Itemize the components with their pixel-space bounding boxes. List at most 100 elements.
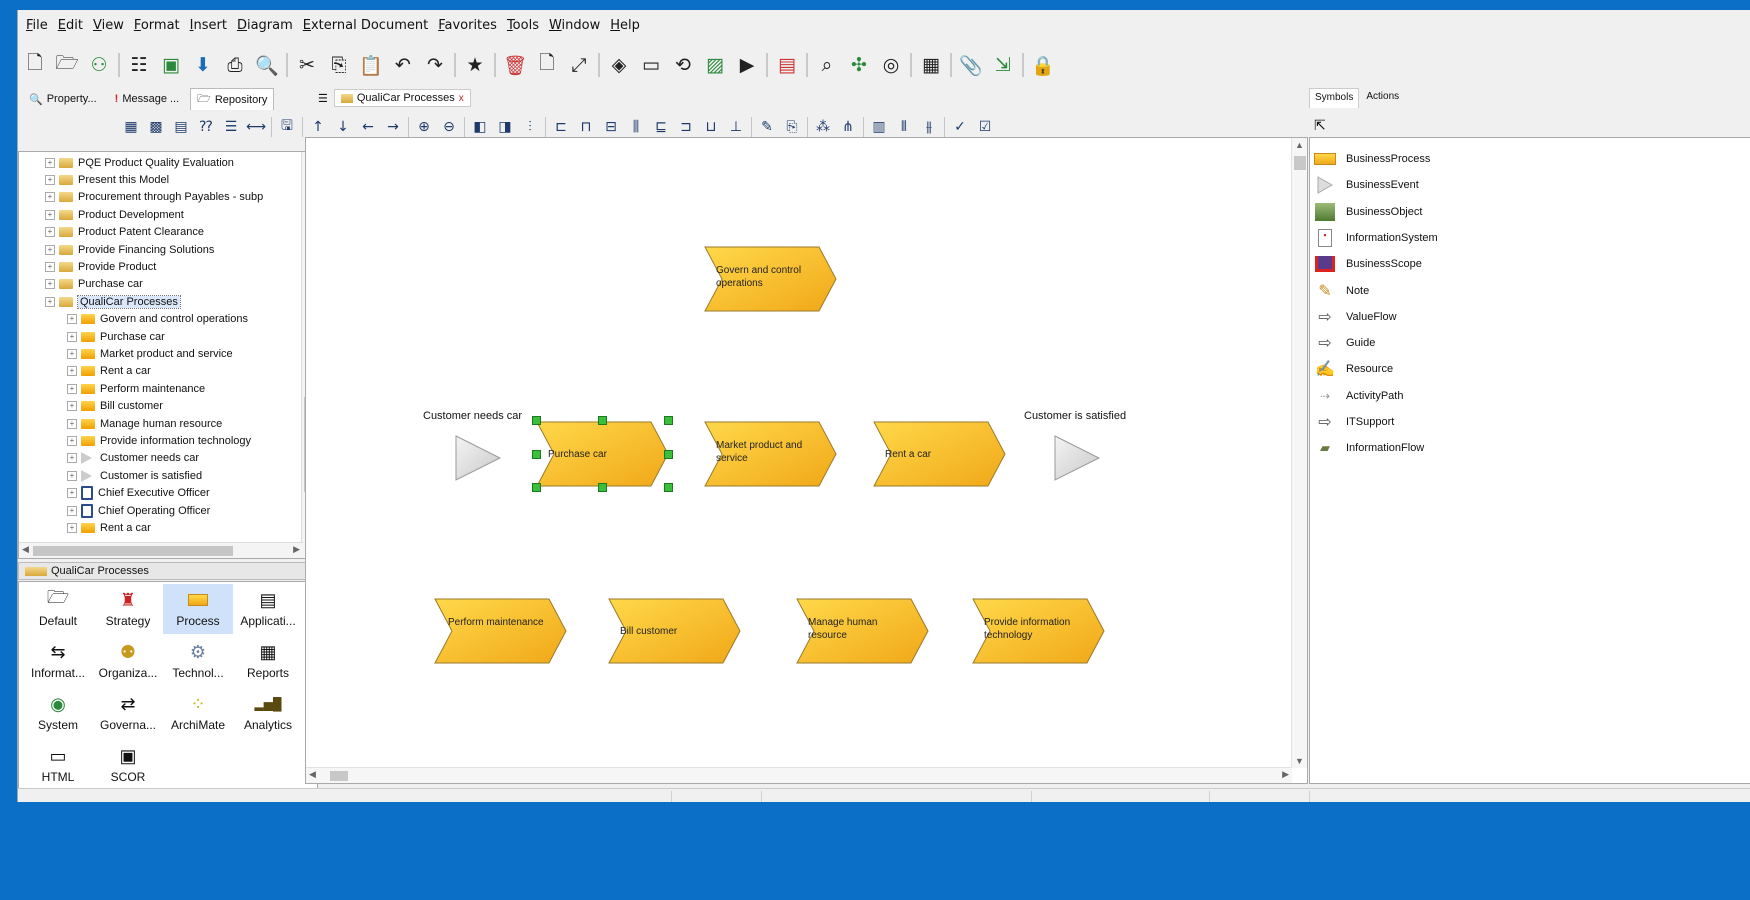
symbol-activitypath[interactable]: ⇢ ActivityPath: [1314, 385, 1404, 407]
new-icon[interactable]: 🗋: [22, 52, 48, 78]
tab-symbols[interactable]: Symbols: [1309, 88, 1360, 108]
resize-icon[interactable]: ⤢: [566, 52, 592, 78]
align-bottom-left-icon[interactable]: ⊑: [651, 117, 671, 137]
tree-item[interactable]: + Bill customer: [67, 398, 163, 415]
check-icon[interactable]: ✓: [950, 117, 970, 137]
align-top-icon[interactable]: ⊓: [576, 117, 596, 137]
model-tree-icon[interactable]: ⚇: [86, 52, 112, 78]
expand-icon[interactable]: +: [67, 435, 77, 446]
bring-front-icon[interactable]: ◧: [470, 117, 490, 137]
tree-item[interactable]: + Manage human resource: [67, 415, 222, 432]
business-process-shape[interactable]: Perform maintenance: [434, 598, 567, 664]
business-process-shape[interactable]: Rent a car: [873, 421, 1006, 487]
chart-icon[interactable]: ▥: [869, 117, 889, 137]
zoom-out-icon[interactable]: ⊖: [439, 117, 459, 137]
present-icon[interactable]: ▣: [158, 52, 184, 78]
menu-help[interactable]: Help: [610, 18, 650, 36]
column-split-icon[interactable]: ⫵: [919, 117, 939, 137]
auto-layout-icon[interactable]: ⋔: [838, 117, 858, 137]
tree-item[interactable]: + Perform maintenance: [67, 380, 205, 397]
lock-icon[interactable]: 🔒: [1030, 52, 1056, 78]
menu-view[interactable]: View: [93, 18, 134, 36]
menu-window[interactable]: Window: [549, 18, 610, 36]
save-icon[interactable]: 🖫: [277, 117, 297, 137]
symbol-businessevent[interactable]: BusinessEvent: [1314, 174, 1419, 196]
layout-icon[interactable]: ⁂: [813, 117, 833, 137]
tree-item[interactable]: + Customer is satisfied: [67, 467, 202, 484]
scroll-up-icon[interactable]: ▲: [1295, 140, 1304, 150]
expand-icon[interactable]: +: [67, 453, 77, 464]
business-process-shape[interactable]: Govern and control operations: [704, 246, 837, 312]
fill-color-icon[interactable]: ◈: [606, 52, 632, 78]
business-process-shape[interactable]: Market product and service: [704, 421, 837, 487]
expand-icon[interactable]: +: [45, 227, 55, 238]
table-add-icon[interactable]: ▤: [171, 117, 191, 137]
palette-item-informat[interactable]: ⇆ Informat...: [23, 636, 93, 686]
canvas-horizontal-scrollbar[interactable]: ◀ ▶: [306, 767, 1292, 783]
grid-icon[interactable]: ▦: [918, 52, 944, 78]
expand-icon[interactable]: +: [67, 366, 77, 377]
diagram-settings-icon[interactable]: ▤: [774, 52, 800, 78]
symbol-resource[interactable]: ✍ Resource: [1314, 358, 1393, 380]
print-icon[interactable]: ⎙: [222, 52, 248, 78]
resize-handle[interactable]: [598, 483, 607, 492]
scroll-right-icon[interactable]: ▶: [293, 544, 300, 555]
tree-item[interactable]: + PQE Product Quality Evaluation: [45, 154, 234, 171]
palette-item-organiza[interactable]: ⚉ Organiza...: [93, 636, 163, 686]
expand-icon[interactable]: +: [67, 505, 77, 516]
symbol-guide[interactable]: ⇨ Guide: [1314, 332, 1375, 354]
scroll-left-icon[interactable]: ◀: [22, 544, 29, 555]
symbol-businessprocess[interactable]: BusinessProcess: [1314, 148, 1430, 170]
tree-item[interactable]: + Purchase car: [67, 328, 165, 345]
attach-icon[interactable]: 📎: [958, 52, 984, 78]
zoom-in-icon[interactable]: ⊕: [414, 117, 434, 137]
pointer-tool-icon[interactable]: ⇱: [1314, 117, 1326, 134]
symbol-informationflow[interactable]: ▰ InformationFlow: [1314, 437, 1424, 459]
tab-actions[interactable]: Actions: [1361, 88, 1404, 108]
rotate-icon[interactable]: ⟲: [670, 52, 696, 78]
business-event-shape[interactable]: [454, 434, 504, 482]
align-left-icon[interactable]: ⊏: [551, 117, 571, 137]
tree-item[interactable]: + Provide information technology: [67, 432, 251, 449]
symbol-informationsystem[interactable]: ▪ InformationSystem: [1314, 227, 1438, 249]
expand-icon[interactable]: +: [45, 192, 55, 203]
editor-menu-icon[interactable]: ☰: [318, 92, 328, 105]
print-preview-icon[interactable]: 🔍: [254, 52, 280, 78]
menu-file[interactable]: File: [26, 18, 58, 36]
tree-item[interactable]: + Provide Financing Solutions: [45, 241, 214, 258]
scroll-down-icon[interactable]: ▼: [1295, 756, 1304, 766]
menu-favorites[interactable]: Favorites: [438, 18, 507, 36]
menu-external-document[interactable]: External Document: [303, 18, 438, 36]
menu-tools[interactable]: Tools: [507, 18, 549, 36]
business-process-shape[interactable]: Bill customer: [608, 598, 741, 664]
scroll-right-icon[interactable]: ▶: [1282, 769, 1289, 780]
download-icon[interactable]: ⬇: [190, 52, 216, 78]
align-bottom-icon[interactable]: ⊔: [701, 117, 721, 137]
menu-format[interactable]: Format: [134, 18, 190, 36]
rectangle-icon[interactable]: ▭: [638, 52, 664, 78]
symbol-note[interactable]: ✎ Note: [1314, 280, 1369, 302]
table-edit-icon[interactable]: ▩: [146, 117, 166, 137]
send-back-icon[interactable]: ◨: [495, 117, 515, 137]
cut-icon[interactable]: ✂: [294, 52, 320, 78]
tree-item[interactable]: + Rent a car: [67, 363, 151, 380]
align-center-icon[interactable]: ⫼: [626, 117, 646, 137]
palette-item-reports[interactable]: ▦ Reports: [233, 636, 303, 686]
tab-qualicar-processes[interactable]: QualiCar Processes x: [333, 89, 471, 107]
menu-insert[interactable]: Insert: [190, 18, 237, 36]
symbol-valueflow[interactable]: ⇨ ValueFlow: [1314, 306, 1396, 328]
resize-handle[interactable]: [532, 483, 541, 492]
scroll-left-icon[interactable]: ◀: [309, 769, 316, 780]
move-right-icon[interactable]: →: [383, 117, 403, 137]
move-left-icon[interactable]: ←: [358, 117, 378, 137]
tree-item[interactable]: + Present this Model: [45, 171, 169, 188]
tab-message[interactable]: ! Message ...: [108, 88, 187, 110]
align-middle-icon[interactable]: ⊟: [601, 117, 621, 137]
tree-horizontal-scrollbar[interactable]: ◀ ▶: [19, 542, 303, 558]
business-process-shape[interactable]: Provide information technology: [972, 598, 1105, 664]
palette-item-archimate[interactable]: ⁘ ArchiMate: [163, 688, 233, 738]
favorite-star-icon[interactable]: ★: [462, 52, 488, 78]
expand-icon[interactable]: +: [45, 261, 55, 272]
expand-icon[interactable]: +: [67, 314, 77, 325]
tree-item[interactable]: + QualiCar Processes: [45, 293, 181, 310]
